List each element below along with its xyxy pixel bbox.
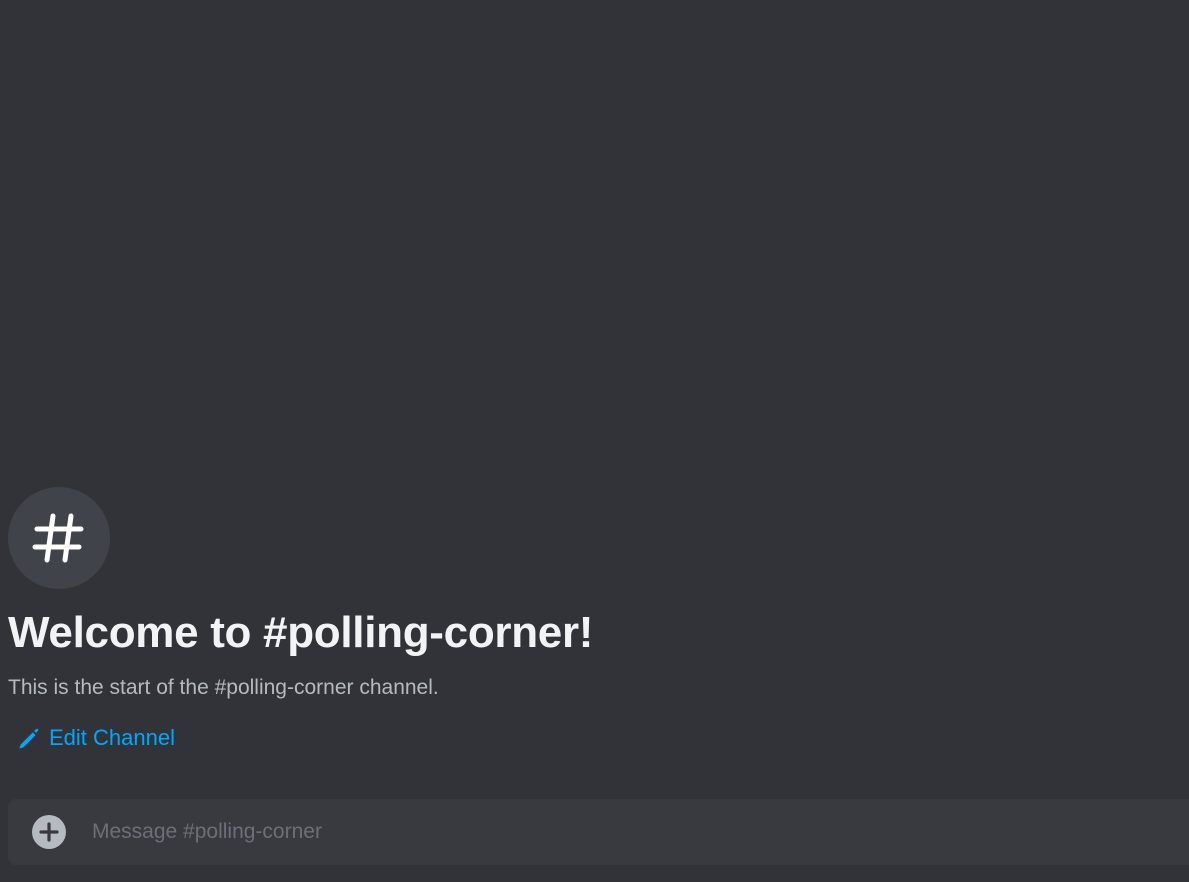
message-input[interactable] — [92, 812, 1189, 852]
edit-channel-button[interactable]: Edit Channel — [18, 724, 175, 752]
chat-main-area: Welcome to #polling-corner! This is the … — [0, 0, 1189, 882]
channel-icon-circle — [8, 487, 110, 589]
edit-channel-label: Edit Channel — [49, 725, 175, 750]
welcome-title: Welcome to #polling-corner! — [8, 608, 594, 657]
welcome-subtitle: This is the start of the #polling-corner… — [8, 676, 439, 699]
channel-intro — [8, 487, 110, 589]
hashtag-icon — [32, 513, 84, 563]
pencil-icon — [19, 728, 39, 749]
plus-icon — [39, 822, 59, 842]
attach-button[interactable] — [32, 815, 66, 849]
message-composer — [8, 799, 1189, 865]
